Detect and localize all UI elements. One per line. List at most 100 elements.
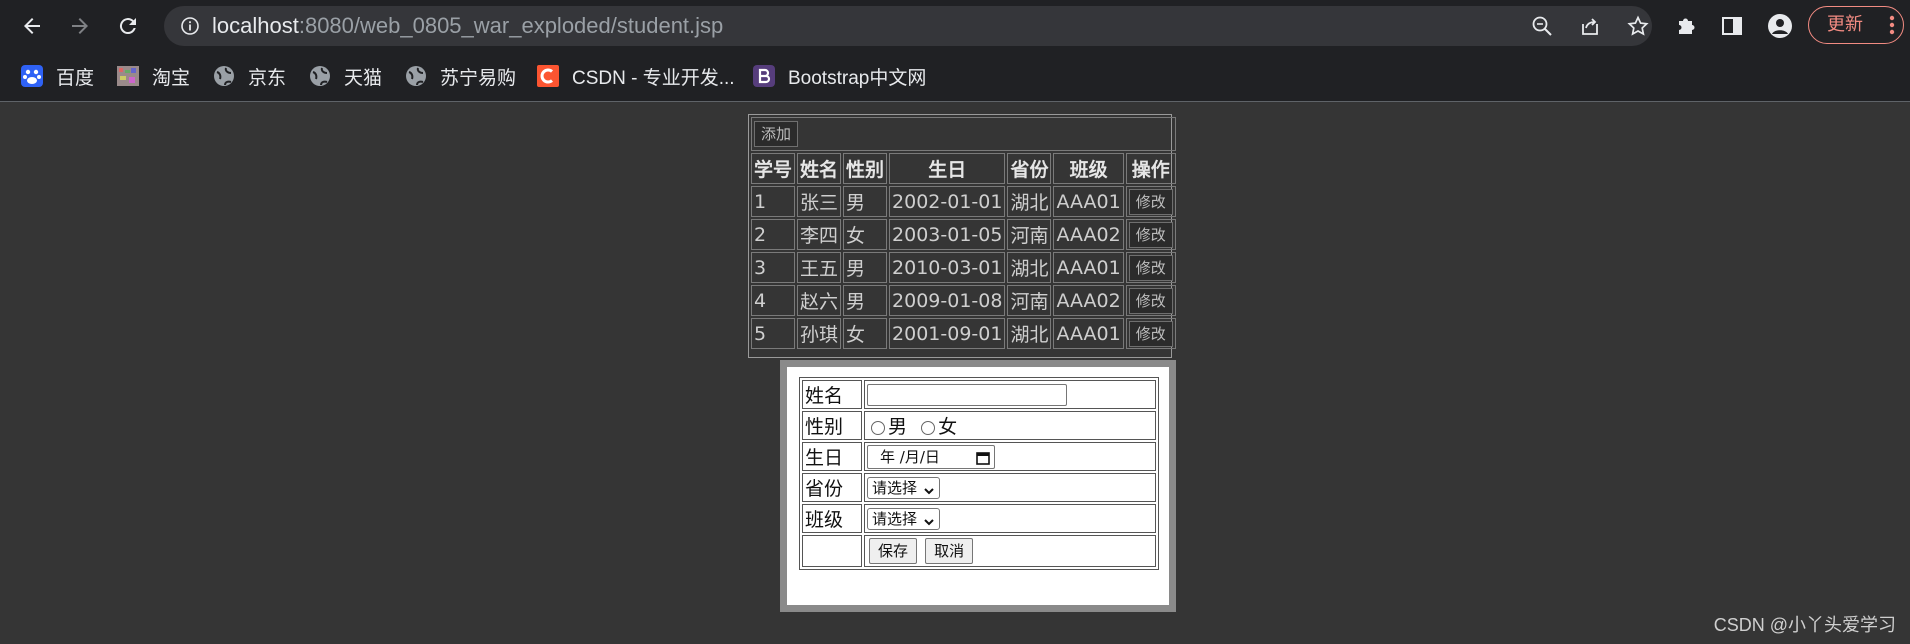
bookmark-tmall[interactable]: 天猫 [308,60,382,92]
cell-gender: 男 [843,252,888,283]
profile-button[interactable] [1762,8,1798,44]
cell-province: 湖北 [1007,186,1052,217]
reload-button[interactable] [110,8,146,44]
cell-id: 5 [751,318,796,349]
zoom-icon[interactable] [1526,10,1558,42]
share-icon[interactable] [1574,10,1606,42]
arrow-left-icon [24,18,40,34]
cell-birthday: 2002-01-01 [889,186,1006,217]
edit-button[interactable]: 修改 [1128,287,1173,314]
cell-province: 河南 [1007,219,1052,250]
bookmark-label: 淘宝 [152,67,191,89]
update-button[interactable]: 更新 [1808,6,1904,44]
header-class: 班级 [1053,153,1124,184]
cell-action: 修改 [1125,318,1176,349]
globe-icon [308,64,332,88]
bookmark-suning[interactable]: 苏宁易购 [404,60,516,92]
gender-female-radio[interactable] [921,420,936,435]
birthday-date-input[interactable]: 年 /月/日 [867,444,995,471]
cell-name: 赵六 [797,285,842,316]
birthday-label: 生日 [802,442,862,471]
calendar-icon[interactable] [976,449,990,471]
save-button[interactable]: 保存 [869,538,918,564]
header-name: 姓名 [797,153,842,184]
chevron-down-icon [923,513,935,533]
add-button[interactable]: 添加 [754,121,799,147]
province-select[interactable]: 请选择 [867,476,941,499]
header-row: 学号 姓名 性别 生日 省份 班级 操作 [751,153,1176,184]
table-row: 1 张三 男 2002-01-01 湖北 AAA01 修改 [751,186,1176,217]
cell-province: 湖北 [1007,318,1052,349]
back-button[interactable] [14,8,50,44]
cell-gender: 女 [843,318,888,349]
cell-province: 河南 [1007,285,1052,316]
add-row: 添加 [751,117,1176,151]
bookmark-bootstrap[interactable]: Bootstrap中文网 [752,60,926,92]
cell-class: AAA02 [1053,285,1124,316]
cell-birthday: 2010-03-01 [889,252,1006,283]
table-row: 4 赵六 男 2009-01-08 河南 AAA02 修改 [751,285,1176,316]
cell-name: 孙琪 [797,318,842,349]
edit-button[interactable]: 修改 [1128,221,1173,248]
cell-id: 4 [751,285,796,316]
cell-name: 张三 [797,186,842,217]
cell-action: 修改 [1125,219,1176,250]
cell-gender: 女 [843,219,888,250]
edit-button[interactable]: 修改 [1128,188,1173,215]
cell-id: 3 [751,252,796,283]
table-row: 5 孙琪 女 2001-09-01 湖北 AAA01 修改 [751,318,1176,349]
cell-gender: 男 [843,186,888,217]
student-form: 姓名 性别 男 女 生日 年 /月/日 省份 请选择 班级 请选择 保存 取消 [780,360,1176,612]
cell-id: 2 [751,219,796,250]
form-grid: 姓名 性别 男 女 生日 年 /月/日 省份 请选择 班级 请选择 保存 取消 [799,377,1159,570]
url-path: :8080/web_0805_war_exploded/student.jsp [298,13,724,38]
birthday-placeholder: 年 /月/日 [880,447,940,466]
site-info-icon[interactable] [174,10,206,42]
cell-action: 修改 [1125,285,1176,316]
cell-birthday: 2003-01-05 [889,219,1006,250]
cancel-button[interactable]: 取消 [925,538,974,564]
form-row-birthday: 生日 年 /月/日 [802,442,1156,471]
globe-icon [212,64,236,88]
bootstrap-icon [752,64,776,88]
gender-male-label: 男 [888,416,908,438]
student-table: 添加 学号 姓名 性别 生日 省份 班级 操作 1 张三 男 2002-01-0… [748,114,1176,358]
bookmark-star-icon[interactable] [1622,10,1654,42]
bookmark-taobao[interactable]: 淘宝 [116,60,190,92]
gender-male-radio[interactable] [871,420,885,435]
header-gender: 性别 [843,153,888,184]
url-text[interactable]: localhost:8080/web_0805_war_exploded/stu… [212,6,723,46]
edit-button[interactable]: 修改 [1128,254,1173,281]
arrow-right-icon [72,18,88,34]
edit-button[interactable]: 修改 [1128,320,1173,347]
header-action: 操作 [1125,153,1176,184]
cell-name: 王五 [797,252,842,283]
bookmark-baidu[interactable]: 百度 [20,60,94,92]
form-row-name: 姓名 [802,380,1156,409]
update-label: 更新 [1827,14,1863,35]
url-host: localhost [212,13,299,38]
extensions-button[interactable] [1668,8,1704,44]
cell-id: 1 [751,186,796,217]
header-birthday: 生日 [889,153,1006,184]
class-select[interactable]: 请选择 [867,507,941,533]
forward-button[interactable] [62,8,98,44]
cell-province: 湖北 [1007,252,1052,283]
header-id: 学号 [751,153,796,184]
taobao-icon [116,64,140,88]
side-panel-button[interactable] [1714,8,1750,44]
bookmark-csdn[interactable]: CSDN - 专业开发... [536,60,735,92]
table-row: 3 王五 男 2010-03-01 湖北 AAA01 修改 [751,252,1176,283]
globe-icon [404,64,428,88]
reload-icon [119,18,136,35]
address-bar[interactable]: localhost:8080/web_0805_war_exploded/stu… [164,6,1652,46]
more-menu-icon[interactable] [1889,15,1895,40]
baidu-icon [20,64,44,88]
cell-name: 李四 [797,219,842,250]
bookmark-label: CSDN - 专业开发... [572,67,735,89]
name-input[interactable] [867,383,1067,406]
cell-birthday: 2009-01-08 [889,285,1006,316]
bookmark-jd[interactable]: 京东 [212,60,286,92]
bookmarks-bar: 百度 淘宝 京东 天猫 苏宁易购 CSDN - 专业开发... Bootstra… [0,52,1910,102]
province-label: 省份 [802,473,862,502]
